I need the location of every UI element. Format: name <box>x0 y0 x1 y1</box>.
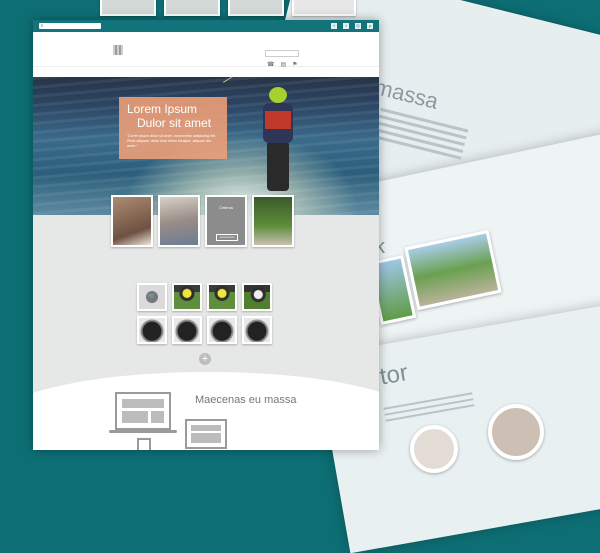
logo[interactable] <box>113 45 123 55</box>
section-title: Maecenas eu massa <box>195 394 297 406</box>
search-icon: ⌕ <box>40 23 44 29</box>
feature-card-4[interactable] <box>252 195 294 247</box>
product-tile[interactable] <box>242 283 272 311</box>
hero-title: Lorem Ipsum Dulor sit amet <box>127 102 219 130</box>
phone-illustration <box>137 438 151 450</box>
product-tile[interactable] <box>172 316 202 344</box>
product-tile-cart[interactable]: 🛒 <box>137 283 167 311</box>
website-mockup: ⌕ f t ◎ p ☎ ▤ ⚑ Lorem Ipsum Dulor sit am… <box>33 20 379 450</box>
nav-item-3[interactable] <box>147 70 151 74</box>
product-tile[interactable] <box>242 316 272 344</box>
chat-icon[interactable]: ▤ <box>280 61 286 68</box>
hero-title-line-2: Dulor sit amet <box>137 116 212 130</box>
social-links: f t ◎ p <box>331 23 373 29</box>
feature-card-button[interactable]: Lorem Ipsum <box>216 234 238 241</box>
product-tile[interactable] <box>172 283 202 311</box>
cart-icon[interactable]: ⚑ <box>292 61 297 68</box>
nav-item-5[interactable] <box>183 70 187 74</box>
twitter-icon[interactable]: t <box>343 23 349 29</box>
background-avatar-1 <box>488 404 544 460</box>
nav-item-2[interactable] <box>129 70 133 74</box>
cart-icon: 🛒 <box>146 291 158 303</box>
phone-icon[interactable]: ☎ <box>267 61 274 68</box>
background-avatar-2 <box>410 425 458 473</box>
plus-icon[interactable]: + <box>199 353 211 365</box>
hero-title-line-1: Lorem Ipsum <box>127 102 198 116</box>
search-input[interactable]: ⌕ <box>39 23 101 29</box>
logo-mark <box>113 45 123 55</box>
feature-card-3[interactable]: Ceterus Lorem Ipsum <box>205 195 247 247</box>
pinterest-icon[interactable]: p <box>367 23 373 29</box>
feature-cards: Ceterus Lorem Ipsum <box>111 195 294 247</box>
top-bar: ⌕ f t ◎ p <box>33 20 379 32</box>
product-tile[interactable] <box>207 283 237 311</box>
feature-card-title: Ceterus <box>218 205 233 210</box>
site-header: ☎ ▤ ⚑ <box>33 32 379 68</box>
background-top-thumbnails <box>100 0 356 16</box>
hero-wakeboarder <box>255 87 299 207</box>
nav-item-4[interactable] <box>165 70 169 74</box>
product-tile[interactable] <box>207 316 237 344</box>
product-grid: 🛒 <box>137 283 272 344</box>
hero-quote: "Lorem ipsum dolor sit amet, consectetur… <box>127 134 216 148</box>
hero-caption-card: Lorem Ipsum Dulor sit amet "Lorem ipsum … <box>119 97 227 159</box>
feature-card-1[interactable] <box>111 195 153 247</box>
instagram-icon[interactable]: ◎ <box>355 23 361 29</box>
product-tile[interactable] <box>137 316 167 344</box>
facebook-icon[interactable]: f <box>331 23 337 29</box>
tablet-illustration <box>185 419 227 449</box>
header-icons: ☎ ▤ ⚑ <box>267 61 298 68</box>
nav-item-1[interactable] <box>111 70 115 74</box>
desktop-illustration-base <box>109 430 177 433</box>
desktop-illustration <box>115 392 171 430</box>
header-search-field[interactable] <box>265 50 299 57</box>
feature-card-2[interactable] <box>158 195 200 247</box>
